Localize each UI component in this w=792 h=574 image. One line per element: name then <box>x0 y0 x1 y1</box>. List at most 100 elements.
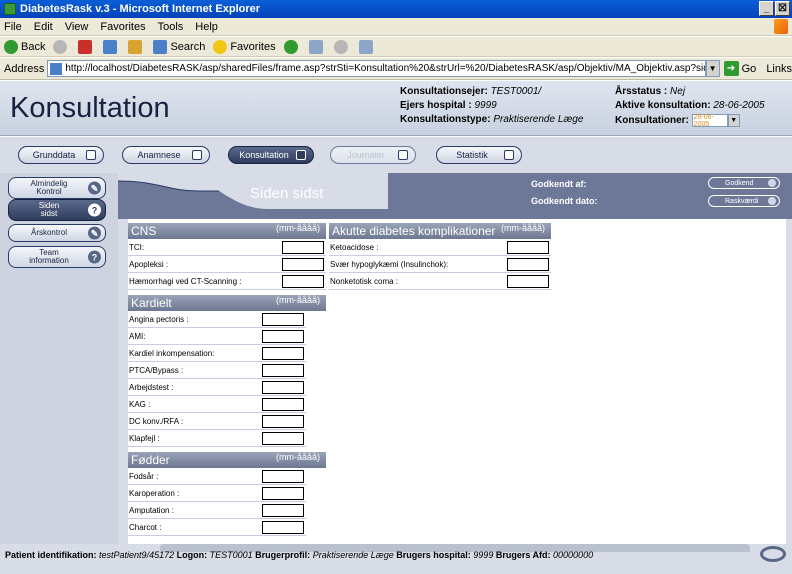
form-row: DC konv./RFA : <box>128 414 306 430</box>
consults-select[interactable]: 28-06-2005 ▼ <box>691 114 740 128</box>
consults-info: Konsultationer: 28-06-2005 ▼ <box>615 114 740 128</box>
tab-statistik[interactable]: Statistik <box>436 146 522 164</box>
ptca-bypass-date-input[interactable] <box>262 364 304 377</box>
form-row: Nonketotisk coma : <box>329 274 551 290</box>
akutte-section-header: Akutte diabetes komplikationer (mm-åååå) <box>329 223 551 239</box>
search-button[interactable]: Search <box>153 39 205 54</box>
active-consult-info: Aktive konsultation: 28-06-2005 <box>615 100 765 111</box>
menu-edit[interactable]: Edit <box>34 21 53 33</box>
menu-help[interactable]: Help <box>195 21 218 33</box>
window-titlebar: DiabetesRask v.3 - Microsoft Internet Ex… <box>0 0 792 18</box>
history-button[interactable] <box>283 39 301 54</box>
address-input[interactable]: http://localhost/DiabetesRASK/asp/shared… <box>47 60 706 77</box>
tab-konsultation[interactable]: Konsultation <box>228 146 314 164</box>
angina-date-input[interactable] <box>262 313 304 326</box>
form-row: Arbejdstest : <box>128 380 306 396</box>
sidebar-item-almindelig-kontrol[interactable]: Almindelig Kontrol ✎ <box>8 177 106 199</box>
print-button[interactable] <box>333 39 351 54</box>
kag-date-input[interactable] <box>262 398 304 411</box>
home-icon <box>128 39 143 54</box>
form-row: Karoperation : <box>128 486 306 502</box>
menu-view[interactable]: View <box>65 21 89 33</box>
form-row: PTCA/Bypass : <box>128 363 306 379</box>
approve-button[interactable]: Godkend <box>708 177 780 189</box>
owner-info: Konsultationsejer: TEST0001/ <box>400 86 542 97</box>
search-icon <box>153 39 168 54</box>
footer-status-text: Patient identifikation: testPatient9/451… <box>5 550 594 560</box>
section-heading: Siden sidst <box>250 185 324 202</box>
menu-tools[interactable]: Tools <box>158 21 184 33</box>
sidebar-item-arskontrol[interactable]: Årskontrol ✎ <box>8 224 106 242</box>
ketoacidose-date-input[interactable] <box>507 241 549 254</box>
mail-icon <box>308 39 323 54</box>
form-row: Ketoacidose : <box>329 240 551 256</box>
kardiel-inkompensation-date-input[interactable] <box>262 347 304 360</box>
app-header: Konsultation Konsultationsejer: TEST0001… <box>0 81 792 136</box>
go-button[interactable]: ➔ Go <box>723 61 756 76</box>
approved-by-label: Godkendt af: <box>531 179 587 189</box>
amputation-date-input[interactable] <box>262 504 304 517</box>
tab-icon <box>192 150 202 160</box>
edit-button[interactable] <box>358 39 376 54</box>
minimize-button[interactable]: _ <box>759 1 774 16</box>
window-title: DiabetesRask v.3 - Microsoft Internet Ex… <box>20 3 261 15</box>
sidebar-item-siden-sidst[interactable]: Siden sidst? <box>8 199 106 221</box>
hypoglykaemi-date-input[interactable] <box>507 258 549 271</box>
home-button[interactable] <box>128 39 145 54</box>
apopleksi-date-input[interactable] <box>282 258 324 271</box>
address-bar: Address http://localhost/DiabetesRASK/as… <box>0 58 792 80</box>
mail-button[interactable] <box>308 39 326 54</box>
vertical-scrollbar[interactable] <box>786 219 792 544</box>
forward-button[interactable] <box>53 39 70 54</box>
chevron-down-icon: ▼ <box>727 114 740 127</box>
tab-anamnese[interactable]: Anamnese <box>122 146 210 164</box>
tab-journaler[interactable]: Journaler <box>330 146 416 164</box>
stop-icon <box>78 39 93 54</box>
fodsar-date-input[interactable] <box>262 470 304 483</box>
windows-logo-icon <box>774 19 788 34</box>
hospital-info: Ejers hospital : 9999 <box>400 100 497 111</box>
links-button[interactable]: Links <box>766 63 792 75</box>
tab-icon <box>296 150 306 160</box>
recalc-button[interactable]: Raskværdi <box>708 195 780 207</box>
refresh-icon <box>768 197 776 205</box>
form-row: KAG : <box>128 397 306 413</box>
refresh-button[interactable] <box>103 39 120 54</box>
section-header-strip <box>118 173 792 219</box>
restore-button[interactable]: ☒ <box>775 1 790 16</box>
dc-konv-date-input[interactable] <box>262 415 304 428</box>
status-info: Årsstatus : Nej <box>615 86 686 97</box>
print-icon <box>333 39 348 54</box>
type-info: Konsultationstype: Praktiserende Læge <box>400 114 584 125</box>
sidebar-item-team-information[interactable]: Team information? <box>8 246 106 268</box>
main-nav: Grunddata Anamnese Konsultation Journale… <box>0 137 792 173</box>
forward-arrow-icon <box>53 39 68 54</box>
tab-icon <box>86 150 96 160</box>
tab-grunddata[interactable]: Grunddata <box>18 146 104 164</box>
pencil-icon: ✎ <box>88 226 101 240</box>
tab-icon <box>504 150 514 160</box>
header-curve-shape <box>118 173 792 219</box>
address-dropdown-button[interactable]: ▼ <box>705 60 720 77</box>
charcot-date-input[interactable] <box>262 521 304 534</box>
question-icon: ? <box>88 203 101 217</box>
haemorrhagi-date-input[interactable] <box>282 275 324 288</box>
menu-favorites[interactable]: Favorites <box>100 21 145 33</box>
star-icon <box>213 39 228 54</box>
check-icon <box>768 179 776 187</box>
form-row: Kardiel inkompensation: <box>128 346 306 362</box>
form-row: Svær hypoglykæmi (Insulinchok): <box>329 257 551 273</box>
favorites-button[interactable]: Favorites <box>213 39 276 54</box>
form-row: Apopleksi : <box>128 257 326 273</box>
stop-button[interactable] <box>78 39 95 54</box>
tci-date-input[interactable] <box>282 241 324 254</box>
eye-icon[interactable] <box>760 546 786 562</box>
back-button[interactable]: Back <box>4 39 45 54</box>
menu-file[interactable]: File <box>4 21 22 33</box>
klapfejl-date-input[interactable] <box>262 432 304 445</box>
ami-date-input[interactable] <box>262 330 304 343</box>
karoperation-date-input[interactable] <box>262 487 304 500</box>
arbejdstest-date-input[interactable] <box>262 381 304 394</box>
form-row: Amputation : <box>128 503 306 519</box>
nonketotisk-coma-date-input[interactable] <box>507 275 549 288</box>
